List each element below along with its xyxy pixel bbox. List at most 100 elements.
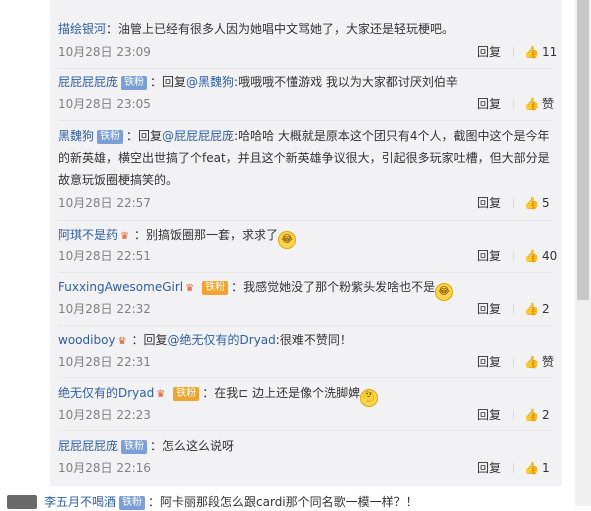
avatar[interactable] [7, 495, 37, 509]
comment-item: woodiboy ♛ ：回复@绝无仅有的Dryad:很难不赞同！ 10月28日 22… [58, 331, 562, 369]
comment-body: 屁屁屁屁庞 铁粉 ：怎么这么说呀 [58, 437, 562, 455]
comment-item: 绝无仅有的Dryad ♛ 铁粉 ：在我⊏ 边上还是像个洗脚婢 🤔 10月28日 22:2… [58, 384, 562, 422]
comment-item: FuxxingAwesomeGirl ♛ 铁粉 ：我感觉她没了那个粉紫头发啥也不是 😂 … [58, 278, 562, 316]
comment-username[interactable]: 描绘银河 [58, 22, 106, 36]
meta-divider [513, 251, 514, 261]
like-count: 2 [542, 408, 550, 422]
comment-username[interactable]: 屁屁屁屁庞 [58, 439, 118, 453]
thumbs-up-icon[interactable]: 👍 [524, 461, 539, 475]
fan-badge: 铁粉 [119, 496, 146, 510]
reply-button[interactable]: 回复 [477, 193, 501, 213]
like-count: 赞 [542, 97, 555, 111]
comment-username[interactable]: woodiboy [58, 333, 116, 347]
meta-divider [513, 47, 514, 57]
mention-link[interactable]: @绝无仅有的Dryad [168, 333, 276, 347]
comment-body: woodiboy ♛ ：回复@绝无仅有的Dryad:很难不赞同！ [58, 331, 562, 349]
comment-time: 10月28日 22:31 [58, 355, 151, 369]
comment-body: 描绘银河：油管上已经有很多人因为她唱中文骂她了，大家还是轻玩梗吧。 [58, 20, 562, 38]
comment-time: 10月28日 22:32 [58, 302, 151, 316]
comment-divider [58, 120, 552, 121]
reply-button[interactable]: 回复 [477, 352, 501, 372]
comment-time: 10月28日 23:09 [58, 45, 151, 59]
comment-username[interactable]: 黑魏狗 [58, 129, 94, 143]
comment-reply-panel: 描绘银河：油管上已经有很多人因为她唱中文骂她了，大家还是轻玩梗吧。 10月28日… [50, 0, 562, 486]
comment-time: 10月28日 22:51 [58, 249, 151, 263]
like-count: 40 [542, 249, 558, 263]
vip-icon: ♛ [120, 231, 129, 242]
scroll-thumb[interactable] [577, 0, 589, 300]
vip-icon: ♛ [156, 389, 166, 400]
comment-item: 屁屁屁屁庞 铁粉 ：怎么这么说呀 10月28日 22:16 回复 👍 1 [58, 437, 562, 475]
meta-divider [513, 410, 514, 420]
thumbs-up-icon[interactable]: 👍 [524, 249, 539, 263]
comment-divider [58, 377, 552, 378]
meta-divider [513, 99, 514, 109]
comment-username[interactable]: 绝无仅有的Dryad [58, 386, 154, 400]
vip-icon: ♛ [117, 336, 127, 347]
comment-username[interactable]: 李五月不喝酒 [44, 495, 116, 509]
comment-body: 李五月不喝酒 铁粉 ：阿卡丽那段怎么跟cardi那个同名歌一模一样？！ [44, 493, 418, 511]
scrollbar[interactable] [575, 0, 591, 506]
comment-username[interactable]: FuxxingAwesomeGirl [58, 280, 183, 294]
meta-divider [513, 304, 514, 314]
comment-time: 10月28日 22:16 [58, 461, 151, 475]
comment-divider [58, 220, 552, 221]
fan-badge: 铁粉 [173, 387, 200, 401]
like-count: 5 [542, 196, 550, 210]
comment-body: FuxxingAwesomeGirl ♛ 铁粉 ：我感觉她没了那个粉紫头发啥也不是 😂 [58, 278, 562, 301]
comment-meta: 10月28日 23:09 回复 👍 11 [58, 42, 562, 62]
reply-prefix: ：回复 [126, 129, 163, 143]
comment-time: 10月28日 22:57 [58, 196, 151, 210]
comment-meta: 10月28日 22:57 回复 👍 5 [58, 193, 562, 213]
comment-text: ：阿卡丽那段怎么跟cardi那个同名歌一模一样？！ [148, 495, 418, 509]
reply-button[interactable]: 回复 [477, 458, 501, 478]
comment-time: 10月28日 23:05 [58, 97, 151, 111]
comment-meta: 10月28日 22:16 回复 👍 1 [58, 458, 562, 478]
comment-body: 绝无仅有的Dryad ♛ 铁粉 ：在我⊏ 边上还是像个洗脚婢 🤔 [58, 384, 562, 407]
thumbs-up-icon[interactable]: 👍 [524, 302, 539, 316]
fan-badge: 铁粉 [121, 440, 148, 454]
comment-text: :很难不赞同！ [275, 333, 352, 347]
fan-badge: 铁粉 [121, 76, 148, 90]
thumbs-up-icon[interactable]: 👍 [524, 408, 539, 422]
like-count: 1 [542, 461, 550, 475]
comment-item: 屁屁屁屁庞 铁粉 ：回复@黑魏狗:哦哦哦不懂游戏 我以为大家都讨厌刘伯辛 10月28… [58, 73, 562, 111]
vip-icon: ♛ [185, 283, 195, 294]
comment-divider [58, 68, 552, 69]
comment-time: 10月28日 22:23 [58, 408, 151, 422]
comment-text: ：在我⊏ 边上还是像个洗脚婢 [202, 386, 361, 400]
mention-link[interactable]: @黑魏狗 [186, 75, 234, 89]
mention-link[interactable]: @屁屁屁屁庞 [162, 129, 234, 143]
meta-divider [513, 198, 514, 208]
comment-divider [58, 325, 552, 326]
reply-button[interactable]: 回复 [477, 299, 501, 319]
reply-button[interactable]: 回复 [477, 405, 501, 425]
comment-meta: 10月28日 22:51 回复 👍 40 [58, 246, 562, 266]
comment-username[interactable]: 阿琪不是药 [58, 228, 118, 242]
comment-meta: 10月28日 22:32 回复 👍 2 [58, 299, 562, 319]
fan-badge: 铁粉 [97, 130, 124, 144]
reply-prefix: ：回复 [150, 75, 187, 89]
comment-text: ：怎么这么说呀 [150, 439, 235, 453]
like-count: 赞 [542, 355, 555, 369]
comment-text: ：我感觉她没了那个粉紫头发啥也不是 [231, 280, 436, 294]
comment-meta: 10月28日 23:05 回复 👍 赞 [58, 94, 562, 114]
reply-button[interactable]: 回复 [477, 42, 501, 62]
reply-button[interactable]: 回复 [477, 246, 501, 266]
comment-item: 描绘银河：油管上已经有很多人因为她唱中文骂她了，大家还是轻玩梗吧。 10月28日… [58, 20, 562, 59]
comment-body: 黑魏狗 铁粉 ：回复@屁屁屁屁庞:哈哈哈 大概就是原本这个团只有4个人，截图中这个是… [58, 125, 558, 191]
meta-divider [513, 357, 514, 367]
thumbs-up-icon[interactable]: 👍 [524, 97, 539, 111]
like-count: 2 [542, 302, 550, 316]
thumbs-up-icon[interactable]: 👍 [524, 355, 539, 369]
comment-divider [58, 272, 552, 273]
comment-text: ：别搞饭圈那一套，求求了 [134, 228, 279, 242]
like-count: 11 [542, 45, 558, 59]
comment-text: :哦哦哦不懂游戏 我以为大家都讨厌刘伯辛 [234, 75, 458, 89]
comment-meta: 10月28日 22:23 回复 👍 2 [58, 405, 562, 425]
thumbs-up-icon[interactable]: 👍 [524, 196, 539, 210]
comment-username[interactable]: 屁屁屁屁庞 [58, 75, 118, 89]
comment-divider [58, 430, 552, 431]
reply-button[interactable]: 回复 [477, 94, 501, 114]
thumbs-up-icon[interactable]: 👍 [524, 45, 539, 59]
